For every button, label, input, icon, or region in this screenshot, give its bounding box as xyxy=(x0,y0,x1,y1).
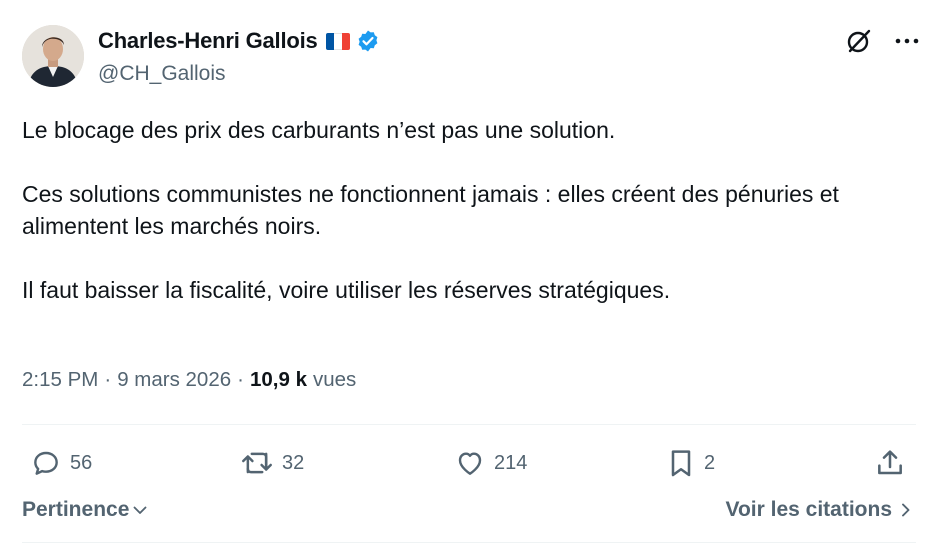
tweet-paragraph: Le blocage des prix des carburants n’est… xyxy=(22,117,616,143)
like-button[interactable]: 214 xyxy=(454,440,527,486)
repost-icon xyxy=(242,452,272,474)
view-quotes-link[interactable]: Voir les citations xyxy=(726,498,913,522)
views-label: vues xyxy=(312,368,357,391)
author-display-name[interactable]: Charles-Henri Gallois xyxy=(98,28,318,54)
share-button[interactable] xyxy=(874,440,906,486)
author-name-row: Charles-Henri Gallois xyxy=(98,28,380,54)
reply-button[interactable]: 56 xyxy=(30,440,92,486)
meta-separator: · xyxy=(237,368,244,391)
avatar[interactable] xyxy=(22,25,84,87)
tweet-header: Charles-Henri Gallois @CH_Gallois xyxy=(22,22,922,92)
repost-button[interactable]: 32 xyxy=(240,440,304,486)
chevron-down-icon xyxy=(133,506,147,514)
bookmark-icon xyxy=(671,450,691,477)
author-handle[interactable]: @CH_Gallois xyxy=(98,62,226,86)
tweet-meta: 2:15 PM · 9 mars 2026 · 10,9 k vues xyxy=(22,368,356,392)
reply-count: 56 xyxy=(70,451,93,474)
france-flag-icon xyxy=(325,32,350,50)
reply-icon xyxy=(34,451,58,475)
sort-dropdown[interactable]: Pertinence xyxy=(22,498,149,522)
like-count: 214 xyxy=(494,451,528,474)
tweet-text: Le blocage des prix des carburants n’est… xyxy=(22,114,912,306)
replies-footer: Pertinence Voir les citations xyxy=(22,498,916,530)
tweet-time[interactable]: 2:15 PM xyxy=(22,368,98,392)
divider xyxy=(22,424,916,425)
heart-icon xyxy=(458,452,482,475)
share-icon xyxy=(878,450,902,475)
tweet-paragraph: Il faut baisser la fiscalité, voire util… xyxy=(22,277,671,303)
views-count: 10,9 k xyxy=(249,368,307,391)
grok-icon[interactable] xyxy=(844,26,874,56)
tweet-actions: 56 32 214 2 xyxy=(22,440,916,486)
tweet-paragraph: Ces solutions communistes ne fonctionnen… xyxy=(22,181,839,239)
view-quotes-label: Voir les citations xyxy=(725,498,893,521)
repost-count: 32 xyxy=(282,451,305,474)
top-actions xyxy=(844,26,922,56)
verified-badge-icon xyxy=(356,29,380,53)
bookmark-count: 2 xyxy=(704,451,716,474)
divider xyxy=(22,542,916,543)
bookmark-button[interactable]: 2 xyxy=(666,440,715,486)
meta-separator: · xyxy=(104,368,112,391)
sort-label: Pertinence xyxy=(22,498,130,521)
tweet-date[interactable]: 9 mars 2026 xyxy=(117,368,231,392)
more-options-icon[interactable] xyxy=(892,26,922,56)
chevron-right-icon xyxy=(902,503,910,517)
